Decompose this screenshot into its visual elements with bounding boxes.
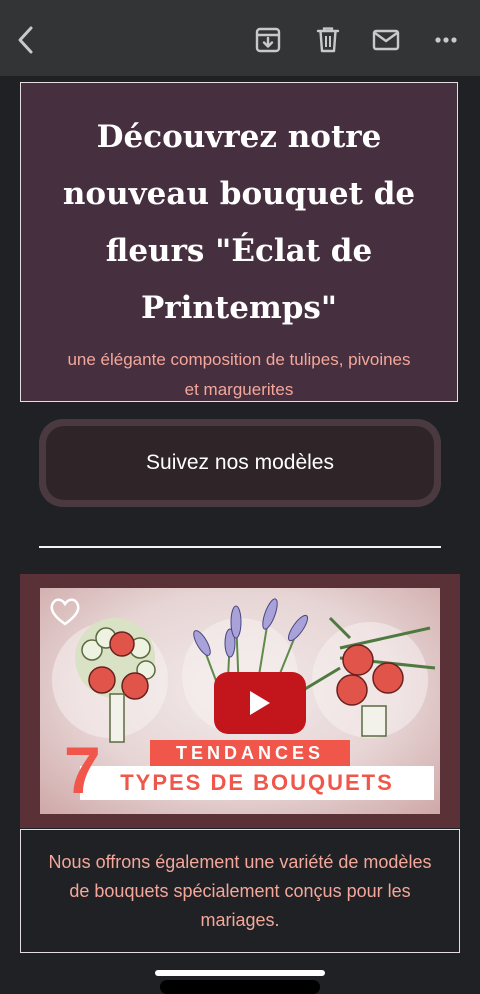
video-caption-trends: TENDANCES: [150, 740, 350, 766]
back-button[interactable]: [8, 22, 44, 58]
video-caption-number: 7: [64, 733, 101, 807]
info-box: Nous offrons également une variété de mo…: [20, 829, 460, 953]
mail-toolbar: [0, 0, 480, 76]
hero-banner: Découvrez notre nouveau bouquet de fleur…: [20, 82, 458, 402]
video-caption-types: TYPES DE BOUQUETS: [80, 766, 434, 800]
heart-outline-icon: [50, 598, 80, 626]
envelope-icon: [372, 29, 400, 51]
archive-icon: [255, 27, 281, 53]
info-text: Nous offrons également une variété de mo…: [48, 852, 432, 930]
play-icon: [250, 691, 270, 715]
archive-button[interactable]: [250, 22, 286, 58]
divider: [39, 546, 441, 548]
trash-icon: [316, 27, 340, 53]
hero-title: Découvrez notre nouveau bouquet de fleur…: [62, 119, 416, 326]
more-button[interactable]: [428, 22, 464, 58]
video-card: TENDANCES TYPES DE BOUQUETS 7: [20, 574, 460, 828]
mark-unread-button[interactable]: [368, 22, 404, 58]
bottom-overlay: [160, 980, 320, 994]
cta-button-frame: Suivez nos modèles: [39, 419, 441, 507]
video-thumbnail[interactable]: TENDANCES TYPES DE BOUQUETS 7: [40, 588, 440, 814]
more-horizontal-icon: [435, 37, 457, 43]
delete-button[interactable]: [310, 22, 346, 58]
hero-subtitle: une élégante composition de tulipes, piv…: [67, 350, 411, 399]
chevron-left-icon: [18, 26, 33, 54]
follow-models-button[interactable]: Suivez nos modèles: [46, 426, 434, 500]
play-button[interactable]: [214, 672, 306, 734]
home-indicator[interactable]: [155, 970, 325, 976]
